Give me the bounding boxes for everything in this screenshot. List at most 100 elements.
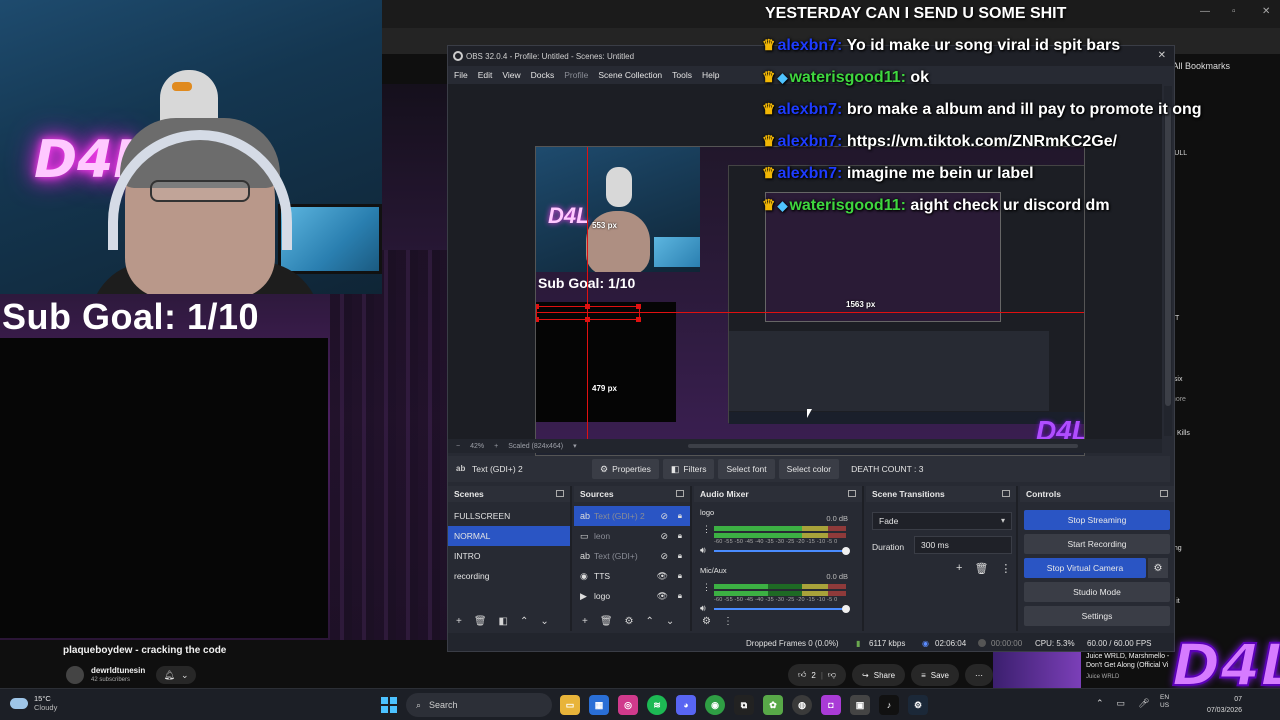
microphone-icon[interactable]: 🎤︎: [1138, 698, 1149, 709]
close-icon[interactable]: ✕: [1262, 6, 1270, 17]
filters-button[interactable]: ◧ Filters: [662, 459, 715, 479]
minimize-icon[interactable]: —: [1200, 6, 1210, 17]
kebab-menu-icon[interactable]: ⋮: [702, 524, 711, 535]
source-item-leon[interactable]: ▭ leon ⊘ 🔒︎: [574, 526, 690, 546]
filter-icon[interactable]: ◧: [499, 616, 508, 627]
lock-icon[interactable]: 🔒︎: [678, 551, 682, 561]
source-item-text-gdi[interactable]: ab Text (GDI+) ⊘ 🔒︎: [574, 546, 690, 566]
eye-icon[interactable]: 👁︎: [657, 591, 668, 602]
menu-edit[interactable]: Edit: [478, 70, 493, 80]
channel-name[interactable]: dewrldtunesin: [91, 666, 145, 675]
arrow-down-icon[interactable]: ⌄: [540, 616, 548, 627]
network-icon[interactable]: ▭: [1117, 698, 1126, 709]
source-item-text-gdi-2[interactable]: ab Text (GDI+) 2 ⊘ 🔒︎: [574, 506, 690, 526]
resize-handle[interactable]: [536, 317, 539, 322]
resize-handle[interactable]: [585, 304, 590, 309]
arrow-up-icon[interactable]: ⌃: [646, 616, 654, 627]
select-color-button[interactable]: Select color: [778, 459, 840, 479]
stop-virtual-camera-button[interactable]: Stop Virtual Camera: [1024, 558, 1146, 578]
windows-start-icon[interactable]: [381, 697, 397, 713]
menu-tools[interactable]: Tools: [672, 70, 692, 80]
close-icon[interactable]: ✕: [1158, 50, 1166, 61]
eye-icon[interactable]: 👁︎: [657, 571, 668, 582]
steam-icon[interactable]: ⚙: [908, 695, 928, 715]
file-explorer-icon[interactable]: ▭: [560, 695, 580, 715]
virtual-camera-settings-button[interactable]: ⚙: [1148, 558, 1168, 578]
kebab-menu-icon[interactable]: ⋮: [1000, 562, 1011, 575]
speaker-icon[interactable]: 🔊︎: [700, 545, 706, 556]
advanced-audio-icon[interactable]: ⚙: [702, 616, 711, 627]
menu-profile[interactable]: Profile: [564, 70, 588, 80]
language-indicator[interactable]: EN US: [1160, 694, 1169, 710]
scene-item-normal[interactable]: NORMAL: [448, 526, 570, 546]
lock-icon[interactable]: 🔒︎: [678, 511, 682, 521]
clock[interactable]: 07 07/03/2026: [1202, 694, 1242, 716]
resize-handle[interactable]: [636, 304, 641, 309]
maximize-icon[interactable]: ▫: [1232, 6, 1236, 17]
menu-scene-collection[interactable]: Scene Collection: [598, 70, 662, 80]
add-icon[interactable]: +: [456, 616, 462, 627]
recommended-thumbnail[interactable]: [993, 652, 1081, 688]
channel-avatar[interactable]: [66, 666, 84, 684]
start-recording-button[interactable]: Start Recording: [1024, 534, 1170, 554]
discord-icon[interactable]: ◕: [676, 695, 696, 715]
tiktok-icon[interactable]: ♪: [879, 695, 899, 715]
menu-view[interactable]: View: [502, 70, 520, 80]
lock-icon[interactable]: 🔒︎: [678, 531, 682, 541]
gear-icon[interactable]: ⚙: [625, 616, 634, 627]
save-button[interactable]: ≡ Save: [911, 664, 959, 686]
hidden-icon[interactable]: ⊘: [660, 531, 668, 542]
slider-knob[interactable]: [842, 547, 850, 555]
stop-streaming-button[interactable]: Stop Streaming: [1024, 510, 1170, 530]
scene-item-recording[interactable]: recording: [448, 566, 570, 586]
spotify-icon[interactable]: ≋: [647, 695, 667, 715]
studio-mode-button[interactable]: Studio Mode: [1024, 582, 1170, 602]
zoom-in-icon[interactable]: +: [494, 443, 498, 450]
kebab-menu-icon[interactable]: ⋮: [702, 582, 711, 593]
recommended-title[interactable]: Juice WRLD, Marshmello - Don't Get Along…: [1086, 652, 1180, 670]
program-preview[interactable]: D4L Sub Goal: 1/10 55: [535, 146, 1085, 456]
lock-icon[interactable]: 🔒︎: [678, 591, 682, 601]
like-button[interactable]: 👍︎ 2 | 👎︎: [788, 664, 847, 686]
menu-help[interactable]: Help: [702, 70, 719, 80]
volume-slider[interactable]: [714, 547, 850, 555]
scene-item-intro[interactable]: INTRO: [448, 546, 570, 566]
app-icon[interactable]: ▣: [850, 695, 870, 715]
store-icon[interactable]: ▦: [589, 695, 609, 715]
preview-webcam[interactable]: D4L: [536, 147, 700, 272]
source-item-tts[interactable]: ◉ TTS 👁︎ 🔒︎: [574, 566, 690, 586]
trash-icon[interactable]: 🗑︎: [600, 616, 613, 627]
hidden-icon[interactable]: ⊘: [660, 511, 668, 522]
scrollbar-thumb[interactable]: [1165, 106, 1171, 406]
menu-docks[interactable]: Docks: [531, 70, 555, 80]
bookmarks-button[interactable]: ▢ All Bookmarks: [1160, 56, 1280, 76]
preview-horizontal-scrollbar[interactable]: [688, 444, 1078, 448]
twitch-icon[interactable]: ◘: [821, 695, 841, 715]
weather-widget[interactable]: 15°C Cloudy: [10, 694, 57, 712]
obs-icon[interactable]: ◍: [792, 695, 812, 715]
scale-mode[interactable]: Scaled (824x464): [508, 443, 563, 450]
undock-icon[interactable]: [676, 490, 684, 497]
volume-slider[interactable]: [714, 605, 850, 613]
resize-handle[interactable]: [636, 317, 641, 322]
zoom-out-icon[interactable]: −: [456, 443, 460, 450]
menu-file[interactable]: File: [454, 70, 468, 80]
undock-icon[interactable]: [556, 490, 564, 497]
arrow-down-icon[interactable]: ⌄: [666, 616, 674, 627]
chrome-icon[interactable]: ◉: [705, 695, 725, 715]
add-icon[interactable]: +: [582, 616, 588, 627]
resize-handle[interactable]: [536, 304, 539, 309]
trash-icon[interactable]: 🗑︎: [974, 562, 988, 575]
preview-vertical-scrollbar[interactable]: [1164, 86, 1172, 436]
chevron-up-icon[interactable]: ⌃: [1096, 698, 1104, 709]
capcut-icon[interactable]: ⧉: [734, 695, 754, 715]
trash-icon[interactable]: 🗑︎: [474, 616, 487, 627]
undock-icon[interactable]: [848, 490, 856, 497]
notification-bell-button[interactable]: 🔔︎ ⌄: [156, 666, 196, 684]
taskbar-search[interactable]: ⌕ Search: [406, 693, 552, 717]
add-icon[interactable]: +: [956, 562, 962, 575]
undock-icon[interactable]: [1002, 490, 1010, 497]
chevron-down-icon[interactable]: ▾: [573, 442, 577, 450]
app-icon[interactable]: ◎: [618, 695, 638, 715]
hidden-icon[interactable]: ⊘: [660, 551, 668, 562]
